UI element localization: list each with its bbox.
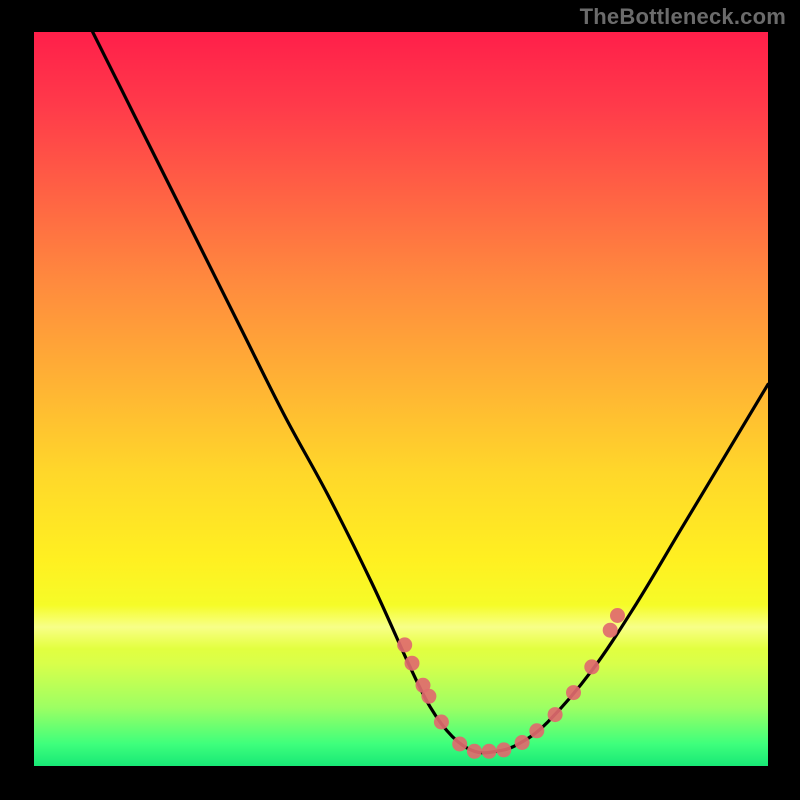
highlight-dot: [584, 659, 599, 674]
highlighted-points: [397, 608, 625, 759]
bottleneck-curve: [93, 32, 768, 753]
highlight-dot: [452, 737, 467, 752]
highlight-dot: [405, 656, 420, 671]
highlight-dot: [603, 623, 618, 638]
highlight-dot: [434, 715, 449, 730]
highlight-dot: [566, 685, 581, 700]
chart-stage: TheBottleneck.com: [0, 0, 800, 800]
highlight-dot: [548, 707, 563, 722]
highlight-dot: [610, 608, 625, 623]
highlight-dot: [515, 735, 530, 750]
highlight-dot: [496, 742, 511, 757]
highlight-dot: [397, 637, 412, 652]
highlight-dot: [529, 723, 544, 738]
plot-area: [34, 32, 768, 766]
watermark-text: TheBottleneck.com: [580, 4, 786, 30]
curve-layer: [34, 32, 768, 766]
highlight-dot: [482, 744, 497, 759]
highlight-dot: [421, 689, 436, 704]
highlight-dot: [467, 744, 482, 759]
